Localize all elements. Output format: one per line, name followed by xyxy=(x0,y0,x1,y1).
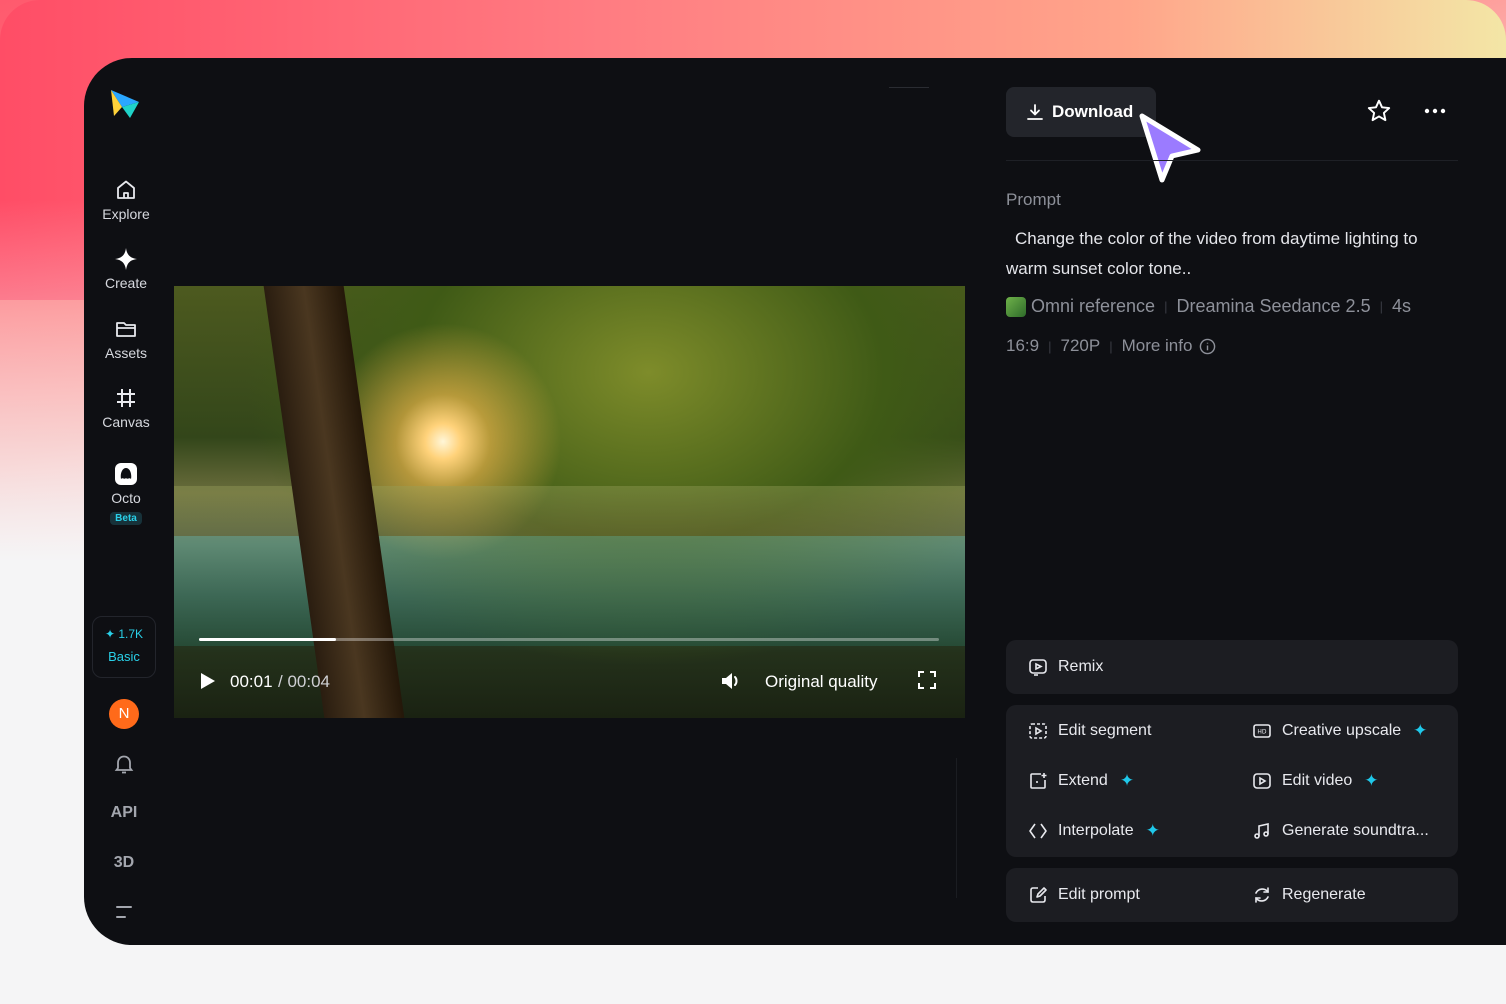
current-time: 00:01 xyxy=(230,672,273,691)
info-icon[interactable] xyxy=(1199,338,1216,355)
sparkle-icon: ✦ xyxy=(104,627,116,641)
progress-fill xyxy=(199,638,336,641)
edit-prompt-icon xyxy=(1030,887,1047,903)
sidebar-item-label: Octo xyxy=(111,490,141,506)
divider xyxy=(889,87,929,88)
video-specs: 16:9 | 720P | More info xyxy=(1006,336,1216,356)
home-icon xyxy=(117,180,135,199)
interpolate-button[interactable]: Interpolate ✦ xyxy=(1028,821,1160,841)
download-icon xyxy=(1027,104,1043,120)
canvas-icon xyxy=(117,389,135,407)
threed-link[interactable]: 3D xyxy=(110,854,138,872)
edit-tools-card: Edit segment HD Creative upscale ✦ Exten… xyxy=(1006,705,1458,857)
sidebar-item-assets[interactable]: Assets xyxy=(88,317,164,363)
star-icon[interactable] xyxy=(1366,98,1392,124)
separator: | xyxy=(1379,299,1383,314)
octo-icon xyxy=(115,463,137,485)
edit-segment-icon xyxy=(1029,723,1047,739)
pointer-cursor-icon xyxy=(1139,113,1201,183)
progress-bar[interactable] xyxy=(199,638,939,641)
remix-button[interactable]: Remix xyxy=(1028,657,1103,677)
quality-selector[interactable]: Original quality xyxy=(765,672,877,692)
model-name: Dreamina Seedance 2.5 xyxy=(1176,296,1371,316)
upscale-hd-icon: HD xyxy=(1253,724,1271,738)
remix-card: Remix xyxy=(1006,640,1458,694)
separator: | xyxy=(1164,299,1168,314)
play-icon[interactable] xyxy=(200,672,216,690)
plan-label: Basic xyxy=(108,649,140,664)
edit-video-icon xyxy=(1253,773,1271,789)
player-controls: 00:01 / 00:04 Original quality xyxy=(174,668,965,698)
prompt-label: Prompt xyxy=(1006,190,1061,209)
edit-video-button[interactable]: Edit video ✦ xyxy=(1252,771,1379,791)
bell-icon[interactable] xyxy=(110,752,138,776)
video-water xyxy=(174,536,965,646)
remix-icon xyxy=(1029,659,1047,676)
beta-badge: Beta xyxy=(110,512,142,525)
volume-icon[interactable] xyxy=(720,670,742,692)
menu-icon[interactable] xyxy=(110,902,138,922)
video-player[interactable]: 00:01 / 00:04 Original quality xyxy=(174,286,965,718)
music-note-icon xyxy=(1254,823,1269,839)
sidebar-item-label: Assets xyxy=(104,345,147,361)
sidebar-item-label: Explore xyxy=(102,206,150,222)
sidebar-item-octo[interactable]: Octo Beta xyxy=(88,462,164,526)
sparkle-icon: ✦ xyxy=(1145,821,1160,840)
extend-icon xyxy=(1030,773,1047,789)
separator: | xyxy=(1109,338,1113,354)
edit-segment-button[interactable]: Edit segment xyxy=(1028,721,1151,741)
sparkle-icon: ✦ xyxy=(1119,771,1135,790)
creative-upscale-button[interactable]: HD Creative upscale ✦ xyxy=(1252,721,1427,741)
sidebar-item-explore[interactable]: Explore xyxy=(88,178,164,224)
regenerate-icon xyxy=(1255,887,1269,903)
regenerate-button[interactable]: Regenerate xyxy=(1252,885,1366,905)
logo-icon[interactable] xyxy=(108,86,142,120)
download-label: Download xyxy=(1052,102,1134,121)
avatar[interactable]: N xyxy=(109,699,139,729)
separator: | xyxy=(1048,338,1052,354)
credits-widget[interactable]: ✦ 1.7K Basic xyxy=(92,616,156,678)
aspect-ratio: 16:9 xyxy=(1006,336,1040,355)
generate-soundtrack-button[interactable]: Generate soundtra... xyxy=(1252,821,1429,841)
sparkle-icon xyxy=(115,248,137,270)
more-info-link[interactable]: More info xyxy=(1122,336,1193,356)
api-link[interactable]: API xyxy=(110,804,138,822)
total-time: / 00:04 xyxy=(278,672,330,691)
sidebar-item-canvas[interactable]: Canvas xyxy=(88,386,164,432)
sidebar-item-label: Create xyxy=(104,275,148,291)
more-options-icon[interactable] xyxy=(1422,98,1448,124)
generation-meta: Omni reference | Dreamina Seedance 2.5 |… xyxy=(1006,296,1411,317)
reference-type: Omni reference xyxy=(1031,296,1156,316)
divider xyxy=(956,758,957,898)
interpolate-icon xyxy=(1029,823,1047,839)
sidebar: Explore Create Assets Canvas Octo Beta ✦… xyxy=(84,58,168,945)
duration: 4s xyxy=(1391,296,1411,316)
sidebar-item-create[interactable]: Create xyxy=(88,247,164,293)
sparkle-icon: ✦ xyxy=(1413,721,1428,740)
app-window: Explore Create Assets Canvas Octo Beta ✦… xyxy=(84,58,1506,945)
resolution: 720P xyxy=(1060,336,1101,355)
edit-prompt-button[interactable]: Edit prompt xyxy=(1028,885,1140,905)
svg-text:HD: HD xyxy=(1257,729,1267,736)
sparkle-icon: ✦ xyxy=(1364,771,1379,790)
divider xyxy=(1006,160,1458,161)
sidebar-item-label: Canvas xyxy=(102,414,150,430)
extend-button[interactable]: Extend ✦ xyxy=(1028,771,1134,791)
reference-thumbnail xyxy=(1006,296,1026,317)
credits-amount: ✦ 1.7K xyxy=(104,627,144,641)
fullscreen-icon[interactable] xyxy=(917,670,937,690)
prompt-text: Change the color of the video from dayti… xyxy=(1006,229,1418,278)
prompt-actions-card: Edit prompt Regenerate xyxy=(1006,868,1458,922)
folder-icon xyxy=(116,322,136,337)
